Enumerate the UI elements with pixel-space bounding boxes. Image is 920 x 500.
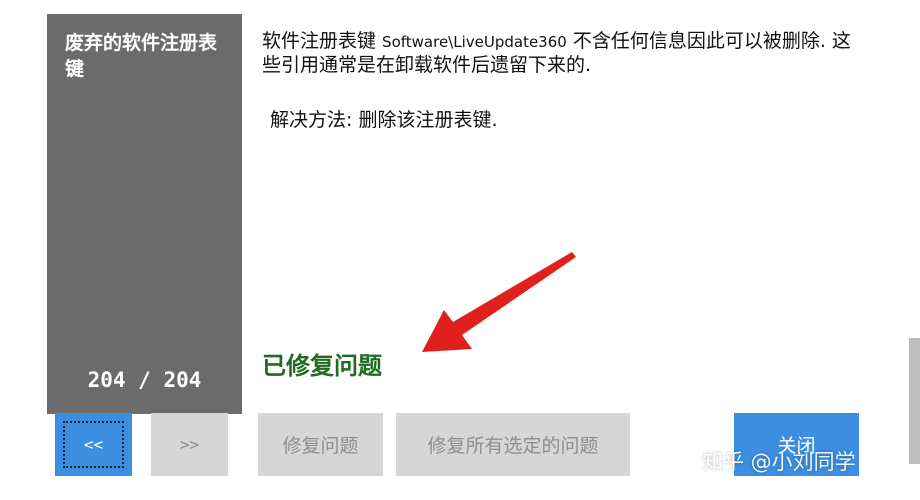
fix-issue-button[interactable]: 修复问题 [258,413,383,476]
description-prefix: 软件注册表键 [262,30,383,52]
next-button-label: >> [179,435,200,454]
fix-issue-label: 修复问题 [282,435,359,457]
issue-description: 软件注册表键 Software\LiveUpdate360 不含任何信息因此可以… [262,30,862,77]
registry-path: Software\LiveUpdate360 [382,33,567,51]
issue-counter: 204 / 204 [87,368,202,392]
fix-all-selected-button[interactable]: 修复所有选定的问题 [396,413,630,476]
red-arrow-annotation [422,252,576,352]
focus-ring [63,421,124,468]
next-issue-button[interactable]: >> [151,413,228,476]
registry-cleaner-dialog: 废弃的软件注册表键 204 / 204 << >> 软件注册表键 Softwar… [0,0,920,500]
issue-category-title: 废弃的软件注册表键 [65,32,218,80]
fixed-status-text: 已修复问题 [262,352,382,380]
previous-issue-button[interactable]: << [55,413,132,476]
scrollbar[interactable] [909,338,920,464]
fix-all-label: 修复所有选定的问题 [427,435,599,457]
watermark: 知乎 @小刘同学 [702,450,856,474]
solution-text: 解决方法: 删除该注册表键. [270,109,498,131]
sidebar-panel: 废弃的软件注册表键 204 / 204 [47,14,242,414]
